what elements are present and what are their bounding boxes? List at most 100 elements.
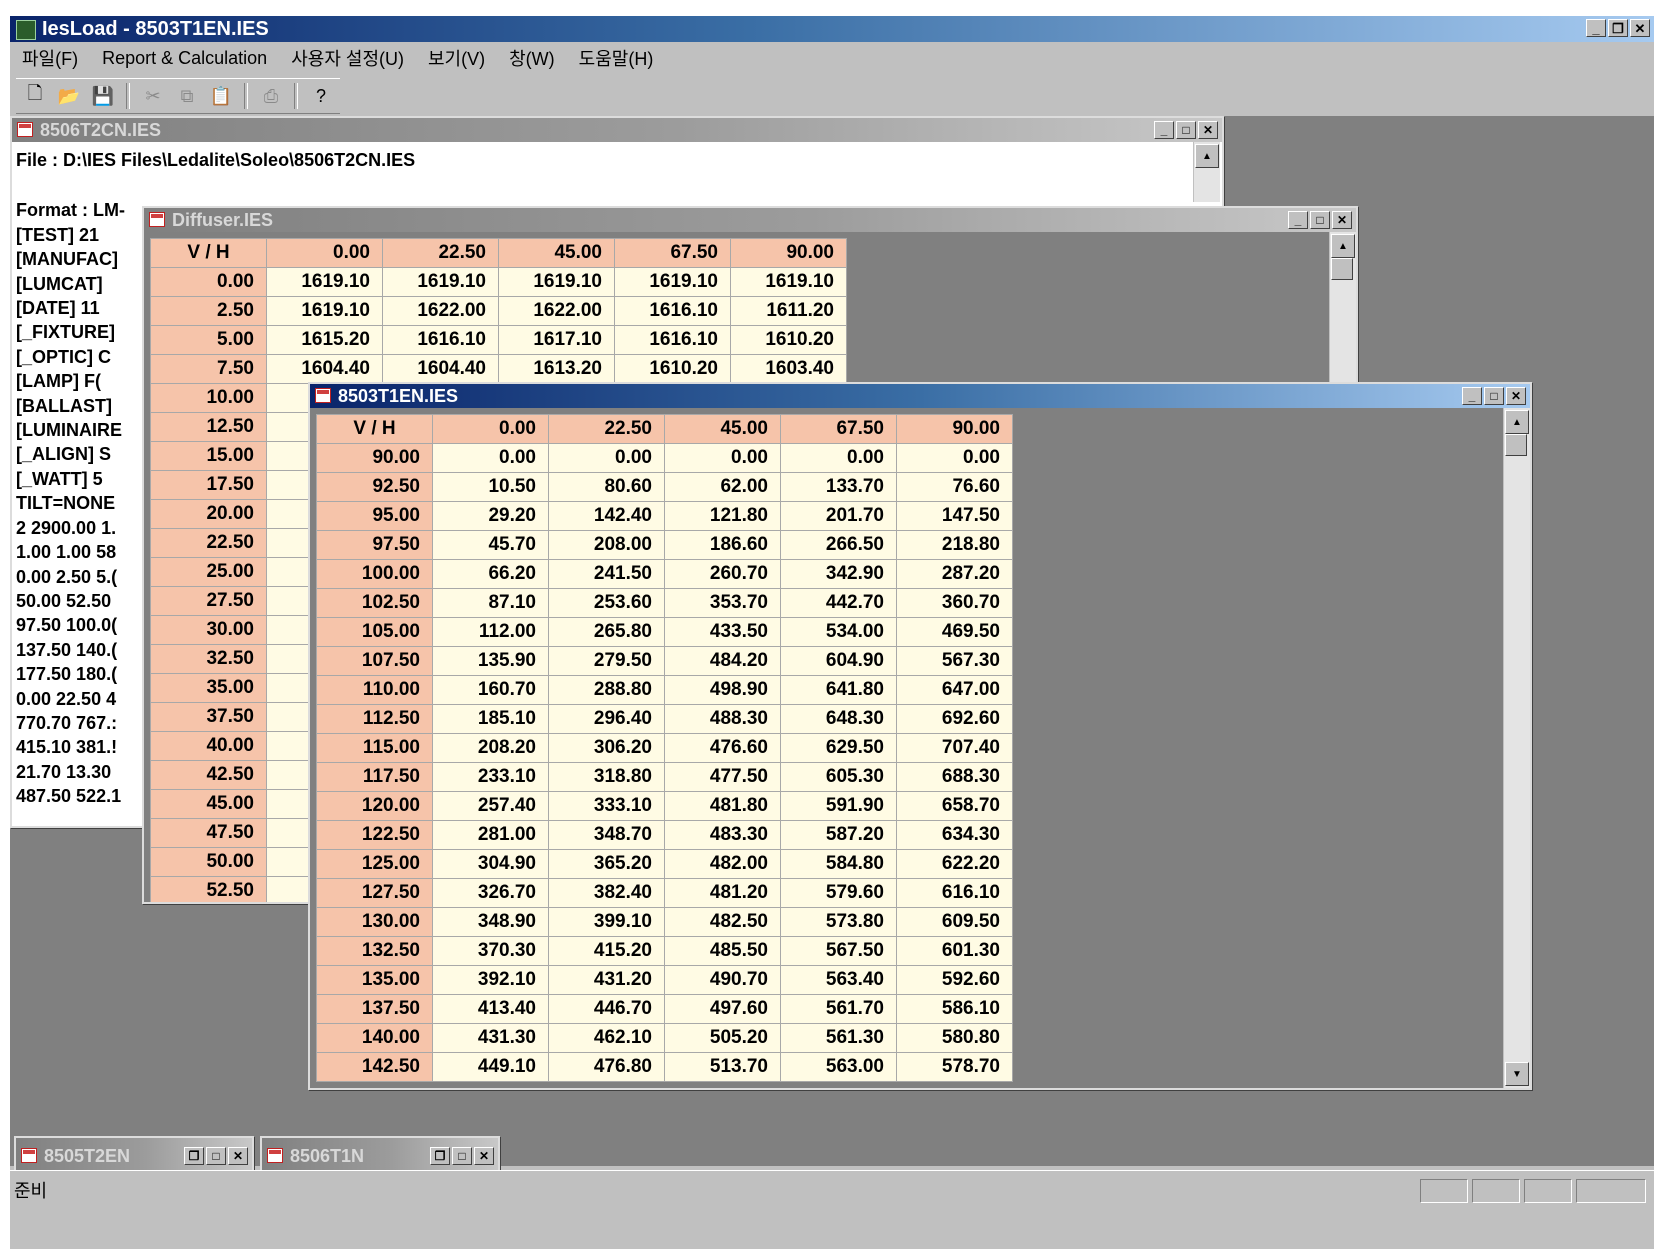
grid-cell[interactable]: 442.70 — [780, 588, 897, 618]
grid-cell[interactable]: 601.30 — [896, 936, 1013, 966]
grid-cell[interactable]: 578.70 — [896, 1052, 1013, 1082]
grid-cell[interactable]: 147.50 — [896, 501, 1013, 531]
grid-column-header[interactable]: 67.50 — [614, 238, 731, 268]
grid-cell[interactable]: 707.40 — [896, 733, 1013, 763]
grid-cell[interactable]: 561.70 — [780, 994, 897, 1024]
grid-cell[interactable]: 634.30 — [896, 820, 1013, 850]
grid-cell[interactable]: 0.00 — [780, 443, 897, 473]
app-title-bar[interactable]: IesLoad - 8503T1EN.IES _ ❐ ✕ — [10, 16, 1654, 42]
restore-icon[interactable]: ❐ — [1608, 19, 1628, 37]
grid-row-header[interactable]: 20.00 — [150, 499, 267, 529]
grid-cell[interactable]: 185.10 — [432, 704, 549, 734]
grid-cell[interactable]: 382.40 — [548, 878, 665, 908]
grid-cell[interactable]: 218.80 — [896, 530, 1013, 560]
close-icon[interactable]: ✕ — [1332, 211, 1352, 229]
grid-column-header[interactable]: 0.00 — [432, 414, 549, 444]
grid-row-header[interactable]: 30.00 — [150, 615, 267, 645]
grid-cell[interactable]: 1615.20 — [266, 325, 383, 355]
grid-cell[interactable]: 233.10 — [432, 762, 549, 792]
grid-cell[interactable]: 45.70 — [432, 530, 549, 560]
grid-cell[interactable]: 692.60 — [896, 704, 1013, 734]
grid-cell[interactable]: 567.30 — [896, 646, 1013, 676]
grid-row-header[interactable]: 112.50 — [316, 704, 433, 734]
grid-cell[interactable]: 622.20 — [896, 849, 1013, 879]
grid-cell[interactable]: 586.10 — [896, 994, 1013, 1024]
grid-row-header[interactable]: 35.00 — [150, 673, 267, 703]
grid-row-header[interactable]: 27.50 — [150, 586, 267, 616]
grid-row-header[interactable]: 140.00 — [316, 1023, 433, 1053]
grid-cell[interactable]: 287.20 — [896, 559, 1013, 589]
grid-cell[interactable]: 266.50 — [780, 530, 897, 560]
help-icon[interactable]: ? — [306, 82, 336, 110]
grid-cell[interactable]: 80.60 — [548, 472, 665, 502]
grid-cell[interactable]: 616.10 — [896, 878, 1013, 908]
grid-cell[interactable]: 563.40 — [780, 965, 897, 995]
grid-row-header[interactable]: 107.50 — [316, 646, 433, 676]
restore-icon[interactable]: ❐ — [430, 1147, 450, 1165]
copy-icon[interactable]: ⧉ — [172, 82, 202, 110]
new-file-icon[interactable]: 🗋 — [20, 82, 50, 110]
menu-help[interactable]: 도움말(H) — [567, 45, 666, 71]
scroll-up-icon[interactable]: ▲ — [1505, 410, 1529, 434]
grid-cell[interactable]: 1619.10 — [266, 267, 383, 297]
close-icon[interactable]: ✕ — [1630, 19, 1650, 37]
grid-row-header[interactable]: 120.00 — [316, 791, 433, 821]
grid-row-header[interactable]: 42.50 — [150, 760, 267, 790]
grid-row-header[interactable]: 47.50 — [150, 818, 267, 848]
close-icon[interactable]: ✕ — [228, 1147, 248, 1165]
grid-cell[interactable]: 241.50 — [548, 559, 665, 589]
grid-cell[interactable]: 1604.40 — [382, 354, 499, 384]
grid-row-header[interactable]: 142.50 — [316, 1052, 433, 1082]
maximize-icon[interactable]: □ — [1176, 121, 1196, 139]
grid-cell[interactable]: 604.90 — [780, 646, 897, 676]
grid-cell[interactable]: 641.80 — [780, 675, 897, 705]
grid-row-header[interactable]: 117.50 — [316, 762, 433, 792]
close-icon[interactable]: ✕ — [1506, 387, 1526, 405]
grid-cell[interactable]: 505.20 — [664, 1023, 781, 1053]
grid-cell[interactable]: 265.80 — [548, 617, 665, 647]
grid-row-header[interactable]: 130.00 — [316, 907, 433, 937]
grid-cell[interactable]: 135.90 — [432, 646, 549, 676]
grid-cell[interactable]: 399.10 — [548, 907, 665, 937]
grid-cell[interactable]: 1617.10 — [498, 325, 615, 355]
grid-column-header[interactable]: 22.50 — [382, 238, 499, 268]
grid-cell[interactable]: 483.30 — [664, 820, 781, 850]
grid-cell[interactable]: 476.80 — [548, 1052, 665, 1082]
grid-cell[interactable]: 415.20 — [548, 936, 665, 966]
grid-row-header[interactable]: 50.00 — [150, 847, 267, 877]
grid-cell[interactable]: 413.40 — [432, 994, 549, 1024]
grid-cell[interactable]: 469.50 — [896, 617, 1013, 647]
grid-cell[interactable]: 688.30 — [896, 762, 1013, 792]
grid-cell[interactable]: 201.70 — [780, 501, 897, 531]
grid-cell[interactable]: 567.50 — [780, 936, 897, 966]
grid-cell[interactable]: 253.60 — [548, 588, 665, 618]
window-title-bar[interactable]: 8503T1EN.IES _ □ ✕ — [310, 384, 1530, 408]
grid-cell[interactable]: 1619.10 — [266, 296, 383, 326]
grid-cell[interactable]: 476.60 — [664, 733, 781, 763]
grid-cell[interactable]: 208.00 — [548, 530, 665, 560]
grid-cell[interactable]: 481.20 — [664, 878, 781, 908]
grid-cell[interactable]: 296.40 — [548, 704, 665, 734]
grid-cell[interactable]: 29.20 — [432, 501, 549, 531]
candela-grid[interactable]: V / H 0.00 22.50 45.00 67.50 90.00 90.00 0.00 0.… — [310, 408, 1504, 1088]
grid-row-header[interactable]: 95.00 — [316, 501, 433, 531]
grid-row-header[interactable]: 137.50 — [316, 994, 433, 1024]
grid-row-header[interactable]: 110.00 — [316, 675, 433, 705]
grid-cell[interactable]: 186.60 — [664, 530, 781, 560]
grid-cell[interactable]: 76.60 — [896, 472, 1013, 502]
grid-cell[interactable]: 353.70 — [664, 588, 781, 618]
grid-row-header[interactable]: 32.50 — [150, 644, 267, 674]
grid-cell[interactable]: 1619.10 — [382, 267, 499, 297]
grid-cell[interactable]: 1622.00 — [382, 296, 499, 326]
grid-row-header[interactable]: 90.00 — [316, 443, 433, 473]
grid-column-header[interactable]: 0.00 — [266, 238, 383, 268]
grid-cell[interactable]: 449.10 — [432, 1052, 549, 1082]
grid-cell[interactable]: 431.30 — [432, 1023, 549, 1053]
maximize-icon[interactable]: □ — [1484, 387, 1504, 405]
menu-file[interactable]: 파일(F) — [10, 45, 90, 71]
grid-cell[interactable]: 1619.10 — [498, 267, 615, 297]
grid-cell[interactable]: 561.30 — [780, 1023, 897, 1053]
grid-cell[interactable]: 1613.20 — [498, 354, 615, 384]
grid-cell[interactable]: 342.90 — [780, 559, 897, 589]
grid-row-header[interactable]: 105.00 — [316, 617, 433, 647]
